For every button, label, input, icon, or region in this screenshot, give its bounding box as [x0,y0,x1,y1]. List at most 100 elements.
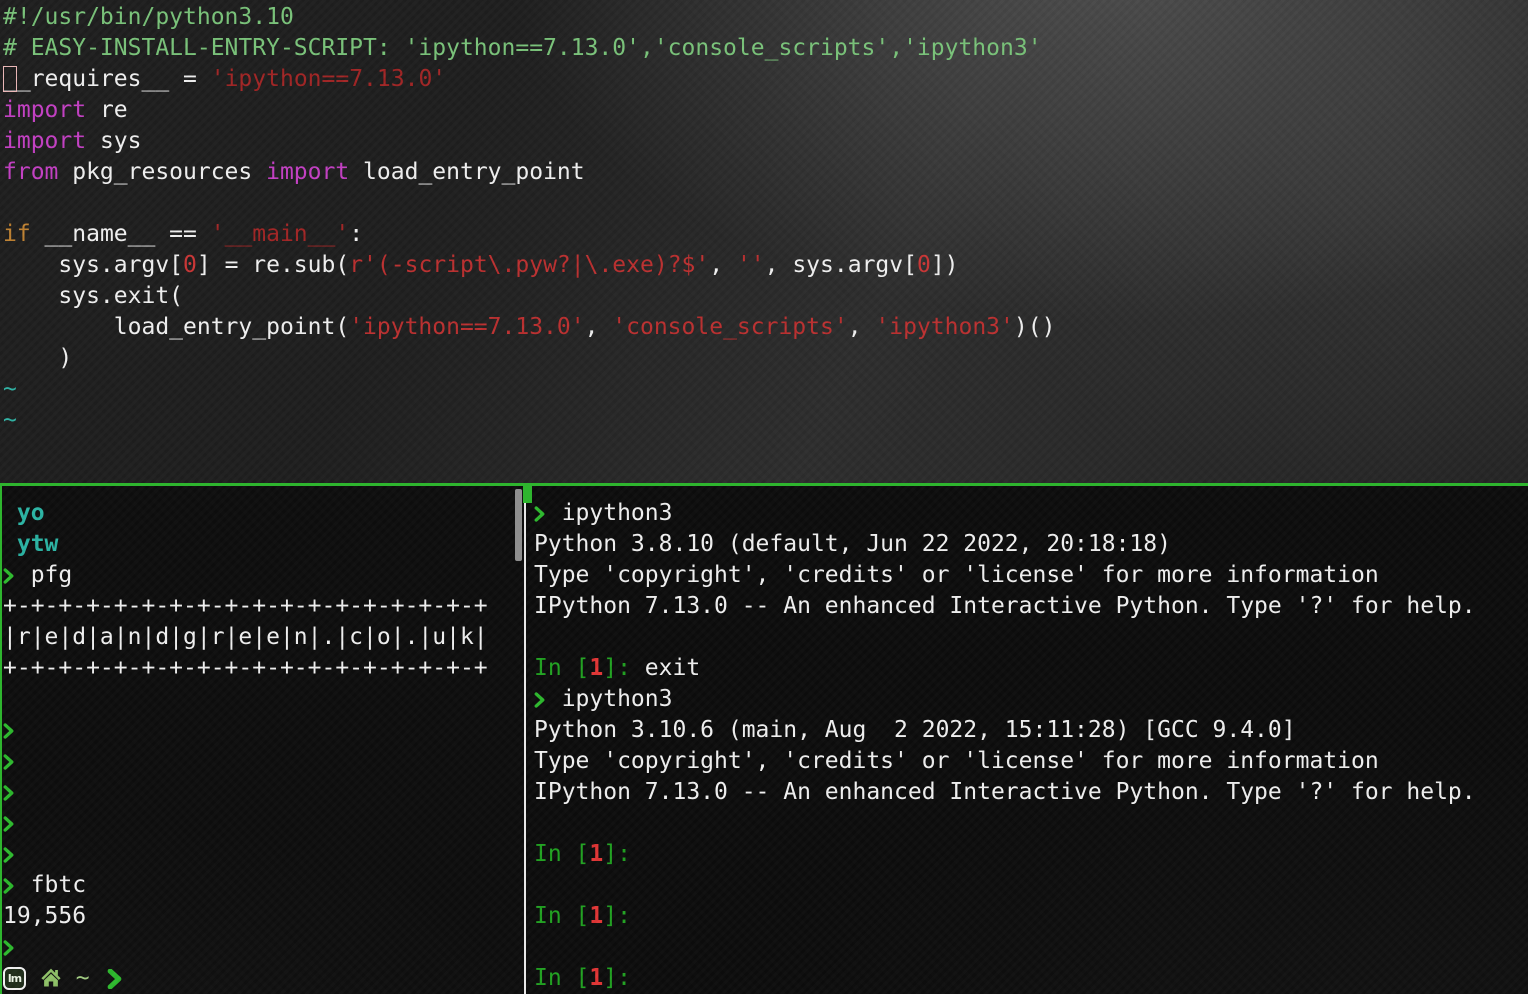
text-segment: In [ [534,655,590,681]
text-segment: ytw [3,531,59,557]
text-segment: )() [1013,314,1056,340]
pane-divider-vertical[interactable] [524,486,526,994]
text-segment: In [ [534,841,590,867]
prompt-arrow-icon [3,808,17,839]
text-segment: r'(-script\.pyw?|\.exe)?$' [349,252,710,278]
prompt-arrow-icon [3,870,17,901]
text-segment: 0 [916,252,931,278]
terminal-line: ~ [3,374,1528,405]
text-segment: 19,556 [3,903,87,929]
terminal-line: Type 'copyright', 'credits' or 'license'… [534,560,1528,591]
mint-logo-icon: lm [3,967,26,990]
prompt-arrow-icon [3,560,17,591]
prompt-arrow-icon [3,777,17,808]
pane-border-left [0,486,2,994]
terminal-line: Type 'copyright', 'credits' or 'license'… [534,746,1528,777]
text-segment: In [ [534,903,590,929]
home-icon [40,963,62,987]
text-segment: +-+-+-+-+-+-+-+-+-+-+-+-+-+-+-+-+-+ [3,593,488,619]
terminal-line: #!/usr/bin/python3.10 [3,2,1528,33]
pane-border-horizontal[interactable] [0,483,1528,486]
scrollbar-thumb[interactable] [515,489,522,561]
prompt-arrow-icon [534,684,548,715]
text-segment: if [3,221,31,247]
prompt-arrow-icon [107,963,122,994]
mint-logo-glyph: lm [7,972,22,985]
text-segment: ]) [930,252,959,278]
shell-pane[interactable]: yo ytw pfg +-+-+-+-+-+-+-+-+-+-+-+-+-+-+-… [0,486,524,994]
text-segment: , sys.argv[ [764,252,917,278]
terminal-line: +-+-+-+-+-+-+-+-+-+-+-+-+-+-+-+-+-+ [3,653,524,684]
terminal-line [3,746,524,777]
terminal-line: import re [3,95,1528,126]
terminal-line [3,932,524,963]
terminal-line: ) [3,343,1528,374]
ipython-pane[interactable]: ipython3 Python 3.8.10 (default, Jun 22 2… [526,486,1528,994]
text-segment: __name__ == [30,221,211,247]
terminal-window: #!/usr/bin/python3.10 # EASY-INSTALL-ENTR… [0,0,1528,994]
prompt-arrow-icon [3,839,17,870]
text-segment: : [349,221,364,247]
text-segment: Type 'copyright', 'credits' or 'license'… [534,748,1379,774]
terminal-line: ipython3 [534,684,1528,715]
text-segment: pfg [16,562,73,588]
text-segment: ~ [3,407,17,433]
text-segment: 1 [589,841,604,867]
text-segment: # EASY-INSTALL-ENTRY-SCRIPT: 'ipython==7… [3,35,1042,61]
text-segment: ]: [603,903,631,929]
text-segment [26,965,40,991]
text-segment: 1 [589,965,604,991]
terminal-line: pfg [3,560,524,591]
text-segment [90,965,104,991]
text-segment: fbtc [16,872,87,898]
text-segment: 0 [183,252,197,278]
prompt-arrow-icon [3,932,17,963]
editor-pane[interactable]: #!/usr/bin/python3.10 # EASY-INSTALL-ENTR… [0,0,1528,483]
text-segment: '' [736,252,765,278]
text-segment: exit [644,655,701,681]
text-segment: yo [3,500,45,526]
text-segment: from [3,159,59,185]
text-segment: import [3,128,87,154]
editor-cursor: _ [3,66,17,92]
text-segment: '__main__' [210,221,350,247]
text-segment: Type 'copyright', 'credits' or 'license'… [534,562,1379,588]
text-segment: +-+-+-+-+-+-+-+-+-+-+-+-+-+-+-+-+-+ [3,655,488,681]
terminal-line: IPython 7.13.0 -- An enhanced Interactiv… [534,777,1528,808]
text-segment: 'ipython3' [875,314,1014,340]
terminal-line: ytw [3,529,524,560]
text-segment: sys [86,128,142,154]
text-segment: sys.argv[ [3,252,184,278]
text-segment: pkg_resources [58,159,267,185]
pane-divider-accent [523,486,532,503]
terminal-line: +-+-+-+-+-+-+-+-+-+-+-+-+-+-+-+-+-+ [3,591,524,622]
terminal-line: fbtc [3,870,524,901]
text-segment: ]: [603,841,631,867]
terminal-line: if __name__ == '__main__': [3,219,1528,250]
text-segment: ipython3 [547,686,673,712]
text-segment: , [709,252,737,278]
prompt-arrow-icon [534,498,548,529]
terminal-line: Python 3.10.6 (main, Aug 2 2022, 15:11:2… [534,715,1528,746]
text-segment: _requires__ = [16,66,211,92]
text-segment: In [ [534,965,590,991]
terminal-line [3,808,524,839]
terminal-line: load_entry_point('ipython==7.13.0', 'con… [3,312,1528,343]
terminal-line [3,777,524,808]
text-segment: IPython 7.13.0 -- An enhanced Interactiv… [534,593,1476,619]
text-segment: IPython 7.13.0 -- An enhanced Interactiv… [534,779,1476,805]
text-segment: 1 [589,655,604,681]
text-segment: Python 3.8.10 (default, Jun 22 2022, 20:… [534,531,1171,557]
text-segment: ipython3 [547,500,673,526]
terminal-line: import sys [3,126,1528,157]
terminal-line: ~ [3,405,1528,436]
terminal-line: IPython 7.13.0 -- An enhanced Interactiv… [534,591,1528,622]
text-segment: ~ [3,376,17,402]
text-segment: re [86,97,128,123]
terminal-line [3,715,524,746]
text-segment: sys.exit( [3,283,184,309]
text-segment: ) [3,345,73,371]
text-segment: ~ [75,965,90,991]
